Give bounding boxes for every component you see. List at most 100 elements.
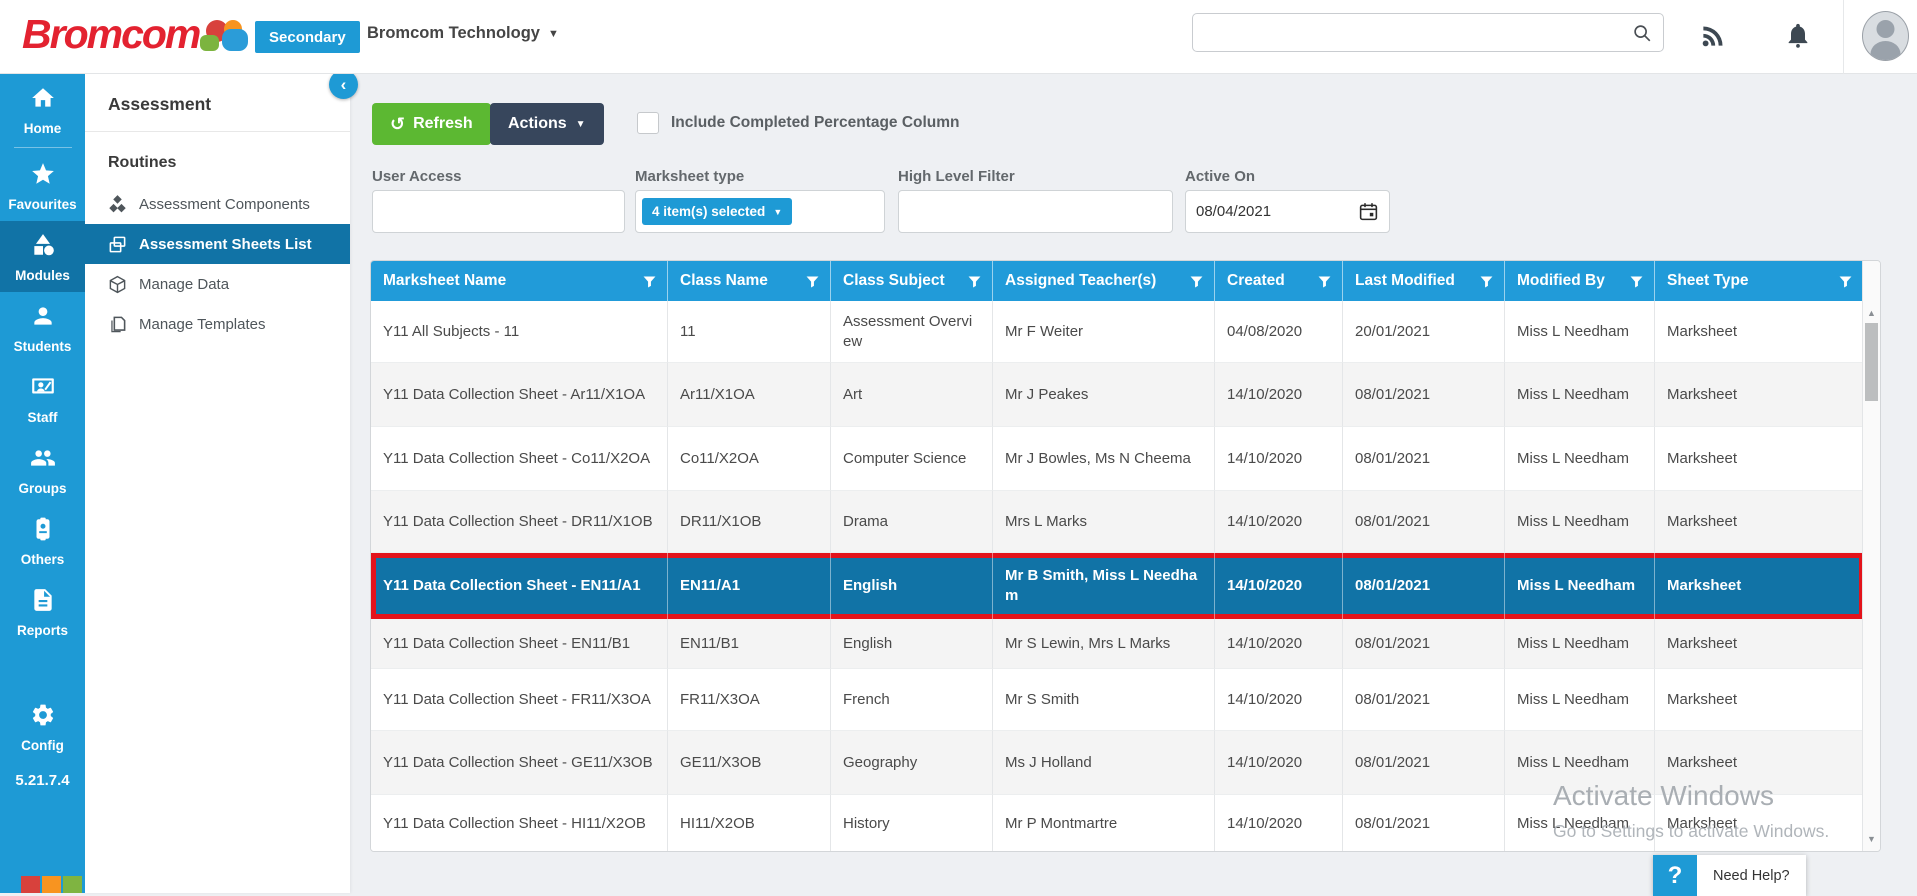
table-row[interactable]: Y11 All Subjects - 11 11 Assessment Overvi…: [371, 301, 1864, 363]
include-completed-option: Include Completed Percentage Column: [637, 112, 960, 134]
table-cell-modified_by: Miss L Needham: [1505, 301, 1655, 363]
components-icon: [108, 194, 127, 214]
brand-color-strip: [0, 876, 82, 893]
scroll-up-arrow[interactable]: ▲: [1863, 305, 1880, 321]
filter-funnel-icon[interactable]: [805, 274, 820, 289]
filter-funnel-icon[interactable]: [642, 274, 657, 289]
table-row[interactable]: Y11 Data Collection Sheet - DR11/X1OB DR1…: [371, 491, 1864, 553]
sidebar-item-reports[interactable]: Reports: [0, 576, 85, 647]
search-icon[interactable]: [1631, 22, 1663, 44]
brand-square: [21, 876, 40, 893]
chevron-down-icon: ▼: [547, 27, 559, 40]
broadcast-icon[interactable]: [1697, 19, 1729, 51]
user-access-input[interactable]: [372, 190, 625, 233]
table-row[interactable]: Y11 Data Collection Sheet - Co11/X2OA Co1…: [371, 427, 1864, 491]
table-cell-marksheet: Y11 Data Collection Sheet - GE11/X3OB: [371, 731, 668, 795]
sidebar-item-modules[interactable]: Modules: [0, 221, 85, 292]
column-header-assigned-teacher-s-[interactable]: Assigned Teacher(s): [993, 261, 1215, 301]
column-header-modified-by[interactable]: Modified By: [1505, 261, 1655, 301]
marksheet-type-selected-chip[interactable]: 4 item(s) selected ▼: [642, 198, 793, 225]
marksheet-type-input[interactable]: 4 item(s) selected ▼: [635, 190, 885, 233]
column-header-last-modified[interactable]: Last Modified: [1343, 261, 1505, 301]
sidebar-divider: [13, 147, 72, 148]
scrollbar-thumb[interactable]: [1865, 323, 1878, 401]
column-header-class-name[interactable]: Class Name: [668, 261, 831, 301]
global-search: [1192, 13, 1664, 52]
table-cell-modified_by: Miss L Needham: [1505, 795, 1655, 851]
table-row-selected[interactable]: Y11 Data Collection Sheet - EN11/A1 EN11/…: [371, 553, 1864, 619]
sidebar-item-favourites[interactable]: Favourites: [0, 150, 85, 221]
sidebar-item-label: Favourites: [8, 197, 77, 212]
search-input[interactable]: [1193, 14, 1631, 51]
sidebar-item-label: Modules: [15, 268, 70, 283]
table-cell-class_name: HI11/X2OB: [668, 795, 831, 851]
high-level-filter-input[interactable]: [898, 190, 1173, 233]
include-completed-checkbox[interactable]: [637, 112, 659, 134]
table-row[interactable]: Y11 Data Collection Sheet - EN11/B1 EN11/…: [371, 619, 1864, 669]
organisation-dropdown[interactable]: Bromcom Technology ▼: [367, 24, 559, 43]
table-cell-sheet_type: Marksheet: [1655, 553, 1864, 619]
scroll-down-arrow[interactable]: ▼: [1863, 831, 1880, 847]
table-cell-teachers: Mrs L Marks: [993, 491, 1215, 553]
menu-item-manage-templates[interactable]: Manage Templates: [85, 304, 350, 344]
high-level-filter-label: High Level Filter: [898, 168, 1015, 185]
table-body: Y11 All Subjects - 11 11 Assessment Overvi…: [371, 301, 1880, 851]
table-cell-sheet_type: Marksheet: [1655, 491, 1864, 553]
table-cell-marksheet: Y11 Data Collection Sheet - EN11/B1: [371, 619, 668, 669]
collapse-panel-button[interactable]: ‹: [329, 70, 358, 99]
column-header-class-subject[interactable]: Class Subject: [831, 261, 993, 301]
table-cell-teachers: Ms J Holland: [993, 731, 1215, 795]
filter-funnel-icon[interactable]: [1189, 274, 1204, 289]
refresh-button[interactable]: ↺ Refresh: [372, 103, 491, 145]
table-cell-modified_by: Miss L Needham: [1505, 427, 1655, 491]
main-content: ↺ Refresh Actions ▼ Include Completed Pe…: [350, 74, 1917, 893]
sidebar-item-students[interactable]: Students: [0, 292, 85, 363]
need-help-button[interactable]: ? Need Help?: [1653, 855, 1806, 896]
sidebar-item-staff[interactable]: Staff: [0, 363, 85, 434]
actions-button[interactable]: Actions ▼: [490, 103, 604, 145]
sidebar-item-home[interactable]: Home: [0, 74, 85, 145]
notifications-bell-icon[interactable]: [1782, 19, 1814, 51]
table-row[interactable]: Y11 Data Collection Sheet - GE11/X3OB GE1…: [371, 731, 1864, 795]
filter-funnel-icon[interactable]: [967, 274, 982, 289]
menu-item-assessment-sheets-list[interactable]: Assessment Sheets List: [85, 224, 350, 264]
table-row[interactable]: Y11 Data Collection Sheet - FR11/X3OA FR1…: [371, 669, 1864, 731]
table-cell-class_name: FR11/X3OA: [668, 669, 831, 731]
table-row[interactable]: Y11 Data Collection Sheet - Ar11/X1OA Ar1…: [371, 363, 1864, 427]
filter-funnel-icon[interactable]: [1479, 274, 1494, 289]
table-cell-teachers: Mr S Lewin, Mrs L Marks: [993, 619, 1215, 669]
sidebar-item-groups[interactable]: Groups: [0, 434, 85, 505]
sidebar-item-config[interactable]: Config: [0, 691, 85, 762]
table-cell-marksheet: Y11 All Subjects - 11: [371, 301, 668, 363]
table-cell-modified: 08/01/2021: [1343, 427, 1505, 491]
filter-funnel-icon[interactable]: [1317, 274, 1332, 289]
menu-item-label: Assessment Components: [139, 195, 310, 213]
table-cell-modified: 08/01/2021: [1343, 363, 1505, 427]
table-cell-subject: Computer Science: [831, 427, 993, 491]
active-on-value: 08/04/2021: [1196, 203, 1272, 220]
table-cell-class_name: EN11/A1: [668, 553, 831, 619]
bromcom-logo: Bromcom: [22, 11, 201, 57]
column-header-sheet-type[interactable]: Sheet Type: [1655, 261, 1864, 301]
filter-funnel-icon[interactable]: [1838, 274, 1853, 289]
table-row[interactable]: Y11 Data Collection Sheet - HI11/X2OB HI1…: [371, 795, 1864, 851]
column-header-created[interactable]: Created: [1215, 261, 1343, 301]
column-header-marksheet-name[interactable]: Marksheet Name: [371, 261, 668, 301]
menu-item-assessment-components[interactable]: Assessment Components: [85, 184, 350, 224]
need-help-label: Need Help?: [1713, 867, 1790, 884]
active-on-input[interactable]: 08/04/2021: [1185, 190, 1390, 233]
table-cell-class_name: 11: [668, 301, 831, 363]
active-on-label: Active On: [1185, 168, 1256, 185]
table-cell-sheet_type: Marksheet: [1655, 731, 1864, 795]
user-avatar[interactable]: [1862, 11, 1909, 61]
assessment-panel: Assessment ‹ Routines Assessment Compone…: [85, 70, 358, 893]
sidebar-item-others[interactable]: Others: [0, 505, 85, 576]
filter-funnel-icon[interactable]: [1629, 274, 1644, 289]
brand-square: [0, 876, 19, 893]
calendar-icon[interactable]: [1358, 201, 1379, 222]
vertical-scrollbar[interactable]: ▲ ▼: [1862, 261, 1880, 851]
table-cell-created: 14/10/2020: [1215, 795, 1343, 851]
table-cell-teachers: Mr F Weiter: [993, 301, 1215, 363]
star-icon: [29, 161, 57, 192]
menu-item-manage-data[interactable]: Manage Data: [85, 264, 350, 304]
